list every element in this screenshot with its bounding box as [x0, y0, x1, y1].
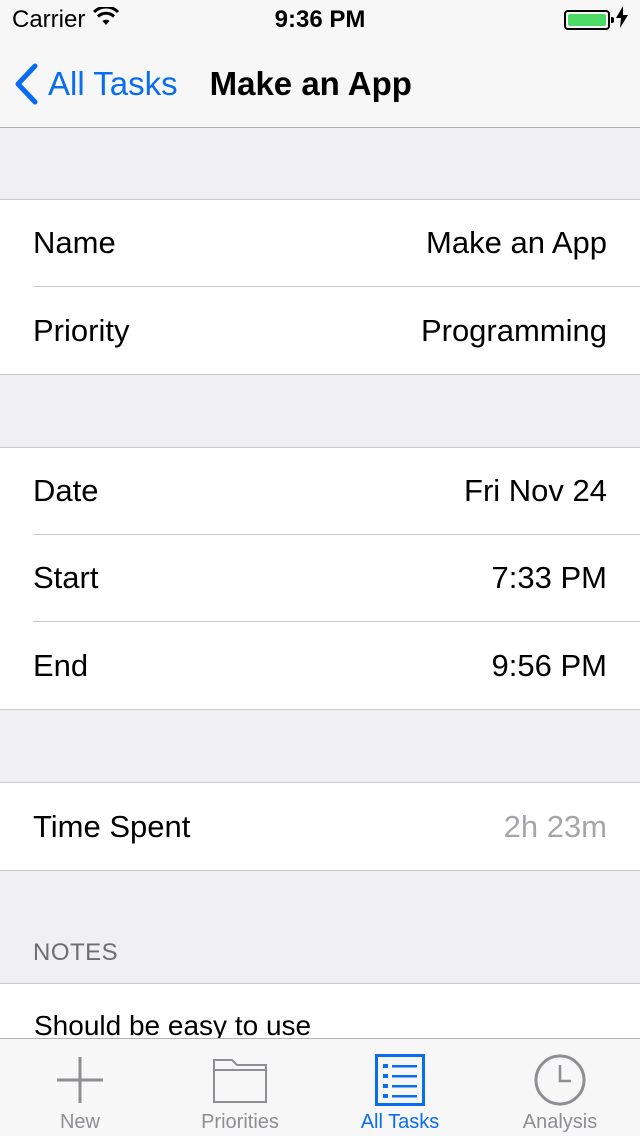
end-row[interactable]: End 9:56 PM [33, 622, 640, 709]
back-button[interactable]: All Tasks [0, 40, 178, 127]
time-spent-group: Time Spent 2h 23m [0, 782, 640, 871]
time-spent-value: 2h 23m [503, 808, 607, 844]
task-time-group: Date Fri Nov 24 Start 7:33 PM End 9:56 P… [0, 447, 640, 710]
name-value: Make an App [426, 225, 607, 260]
list-icon [370, 1051, 430, 1109]
tab-analysis-label: Analysis [522, 1111, 598, 1133]
charging-icon [616, 5, 628, 35]
carrier-label: Carrier [12, 6, 86, 33]
plus-icon [50, 1051, 110, 1109]
notes-header-label: NOTES [33, 939, 119, 966]
tab-new-label: New [59, 1111, 100, 1133]
date-label: Date [33, 473, 99, 508]
back-button-label: All Tasks [48, 64, 178, 102]
navigation-bar: All Tasks Make an App [0, 40, 640, 128]
priority-row[interactable]: Priority Programming [33, 287, 640, 374]
time-spent-row: Time Spent 2h 23m [33, 783, 640, 870]
chevron-left-icon [15, 63, 38, 104]
end-label: End [33, 647, 89, 683]
notes-text: Should be easy to use [34, 1010, 312, 1041]
start-value: 7:33 PM [491, 560, 607, 595]
time-spent-label: Time Spent [33, 808, 191, 844]
battery-icon [564, 10, 614, 30]
section-spacer [0, 375, 640, 447]
status-right [564, 5, 628, 35]
task-info-group: Name Make an App Priority Programming [0, 199, 640, 375]
status-left: Carrier [12, 5, 120, 34]
tab-analysis[interactable]: Analysis [480, 1039, 640, 1136]
start-row[interactable]: Start 7:33 PM [33, 535, 640, 622]
end-value: 9:56 PM [491, 647, 607, 683]
name-label: Name [33, 225, 116, 260]
clock-icon [530, 1051, 590, 1109]
start-label: Start [33, 560, 99, 595]
notes-header: NOTES [0, 871, 640, 983]
tab-priorities-label: Priorities [201, 1111, 279, 1133]
folder-icon [210, 1051, 270, 1109]
priority-label: Priority [33, 312, 130, 348]
tab-priorities[interactable]: Priorities [160, 1039, 320, 1136]
wifi-icon [93, 5, 120, 34]
tab-all-tasks-label: All Tasks [360, 1111, 440, 1133]
section-spacer [0, 129, 640, 199]
section-spacer [0, 710, 640, 782]
tab-bar: New Priorities All Tasks Analysis [0, 1038, 640, 1136]
priority-value: Programming [420, 312, 607, 348]
name-row[interactable]: Name Make an App [33, 200, 640, 287]
task-detail-content: Name Make an App Priority Programming Da… [0, 129, 640, 1103]
battery-fill [568, 14, 606, 26]
page-title: Make an App [209, 64, 412, 102]
date-value: Fri Nov 24 [464, 473, 607, 508]
tab-all-tasks[interactable]: All Tasks [320, 1039, 480, 1136]
status-bar: Carrier 9:36 PM [0, 0, 640, 40]
date-row[interactable]: Date Fri Nov 24 [33, 448, 640, 535]
tab-new[interactable]: New [0, 1039, 160, 1136]
